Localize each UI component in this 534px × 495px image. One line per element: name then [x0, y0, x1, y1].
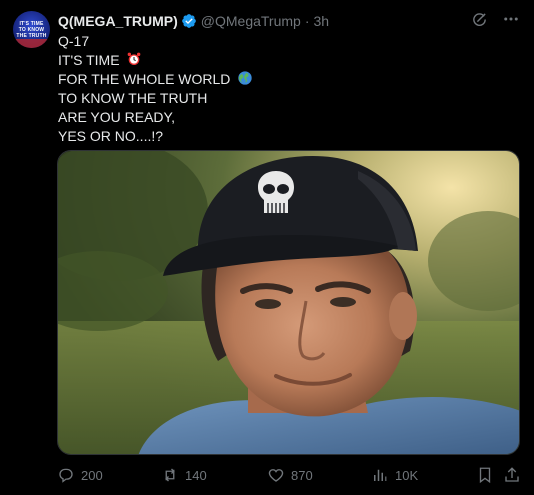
tweet-actions: 200 140 870 10K [57, 465, 520, 485]
repost-button[interactable]: 140 [161, 465, 207, 485]
tweet[interactable]: IT'S TIME TO KNOW THE TRUTH Q(MEGA_TRUMP… [0, 0, 534, 495]
reply-button[interactable]: 200 [57, 465, 103, 485]
author-handle[interactable]: @QMegaTrump [201, 13, 301, 29]
share-icon [503, 466, 521, 484]
bookmark-button[interactable] [476, 465, 494, 485]
tweet-line: ARE YOU READY, [58, 109, 175, 125]
analytics-icon [371, 466, 389, 484]
share-button[interactable] [503, 465, 521, 485]
tweet-line: TO KNOW THE TRUTH [58, 90, 208, 106]
heart-icon [267, 466, 285, 484]
tweet-line: FOR THE WHOLE WORLD [58, 71, 231, 87]
tweet-line: Q-17 [58, 33, 90, 49]
more-options-icon[interactable] [502, 10, 520, 28]
reply-icon [57, 466, 75, 484]
author-name[interactable]: Q(MEGA_TRUMP) [58, 13, 178, 29]
globe-icon [237, 70, 253, 91]
alarm-clock-icon [126, 51, 142, 72]
header-actions [470, 10, 520, 28]
repost-count: 140 [185, 467, 207, 483]
grok-icon[interactable] [470, 10, 488, 28]
tweet-line: IT'S TIME [58, 52, 120, 68]
tweet-photo[interactable] [57, 150, 520, 455]
tweet-line-with-emoji: IT'S TIME [58, 51, 498, 70]
verified-badge-icon [181, 13, 197, 29]
avatar-flag-stripe [13, 39, 50, 48]
repost-icon [161, 466, 179, 484]
tweet-text: Q-17 IT'S TIME FOR THE WHOLE WORLD TO KN… [58, 32, 498, 146]
header-separator: · [304, 13, 310, 29]
like-count: 870 [291, 467, 313, 483]
view-count: 10K [395, 467, 419, 483]
tweet-header: Q(MEGA_TRUMP) @QMegaTrump · 3h [58, 12, 329, 30]
like-button[interactable]: 870 [267, 465, 313, 485]
tweet-timestamp[interactable]: 3h [314, 13, 330, 29]
views-button[interactable]: 10K [371, 465, 418, 485]
bookmark-icon [476, 466, 494, 484]
reply-count: 200 [81, 467, 103, 483]
tweet-line: YES OR NO....!? [58, 128, 164, 144]
avatar[interactable]: IT'S TIME TO KNOW THE TRUTH [13, 11, 50, 48]
tweet-line-with-emoji: FOR THE WHOLE WORLD [58, 70, 498, 89]
avatar-text: IT'S TIME TO KNOW THE TRUTH [16, 21, 47, 39]
